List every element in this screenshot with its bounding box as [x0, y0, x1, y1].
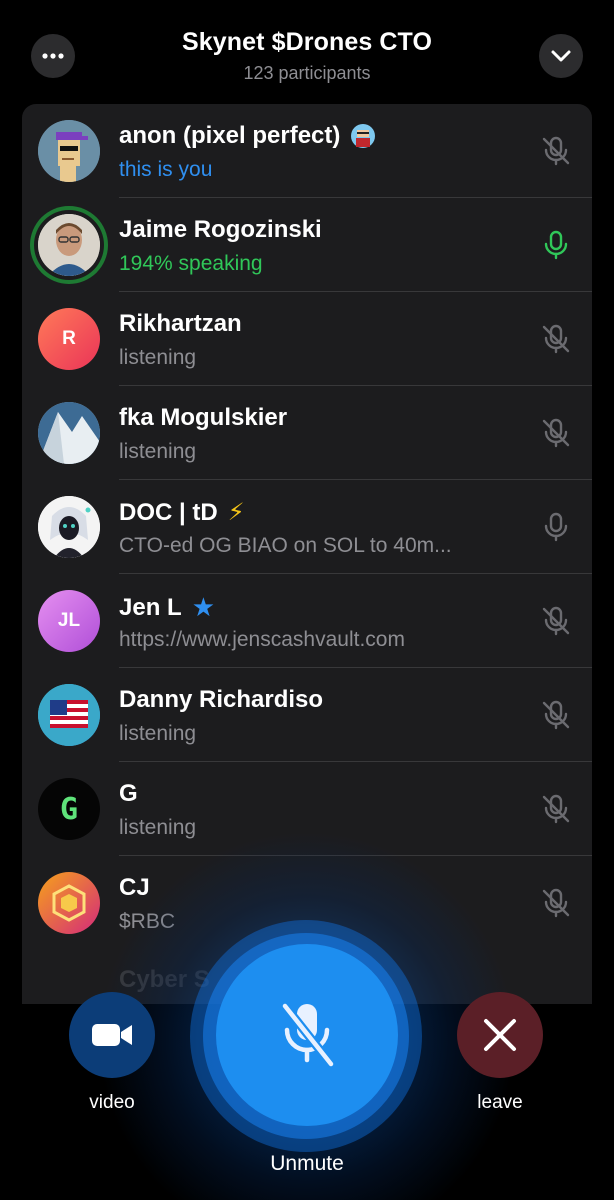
avatar-initials: JL: [57, 610, 81, 631]
participant-name: fka Mogulskier: [119, 404, 288, 431]
list-item[interactable]: fka Mogulskier listening: [22, 386, 592, 480]
participant-status: https://www.jenscashvault.com: [119, 628, 405, 651]
header: Skynet $Drones CTO 123 participants: [0, 0, 614, 104]
lightning-badge-icon: ⚡: [227, 499, 245, 526]
collapse-button[interactable]: [539, 34, 583, 78]
mic-active-icon[interactable]: [540, 229, 572, 261]
participant-status: listening: [119, 440, 197, 463]
leave-button[interactable]: [457, 992, 543, 1078]
avatar: JL: [38, 590, 100, 652]
mic-muted-icon[interactable]: [540, 323, 572, 355]
participant-name: Jen L ★: [119, 592, 215, 622]
list-item[interactable]: Danny Richardiso listening: [22, 668, 592, 762]
participant-status: listening: [119, 816, 197, 839]
avatar-initials: G: [59, 791, 79, 827]
participant-count: 123 participants: [243, 63, 371, 83]
leave-label: leave: [477, 1092, 523, 1113]
avatar: R: [38, 308, 100, 370]
hexagon-logo-avatar-icon: [52, 884, 86, 922]
chevron-down-icon: [551, 50, 571, 62]
list-item[interactable]: R Rikhartzan listening: [22, 292, 592, 386]
mic-muted-icon[interactable]: [540, 699, 572, 731]
mic-muted-icon: [280, 1001, 336, 1069]
voice-chat-screen: Skynet $Drones CTO 123 participants anon…: [0, 0, 614, 1200]
participant-name: CJ: [119, 874, 150, 901]
mic-muted-icon[interactable]: [540, 605, 572, 637]
mountain-photo-avatar-icon: [38, 402, 100, 464]
list-item[interactable]: DOC | tD ⚡ CTO-ed OG BIAO on SOL to 40m.…: [22, 480, 592, 574]
unmute-label: Unmute: [270, 1152, 344, 1175]
unmute-button[interactable]: [216, 944, 398, 1126]
emoji-avatar-badge-icon: [351, 124, 376, 148]
pixel-punk-avatar-icon: [38, 120, 100, 182]
mic-muted-icon[interactable]: [540, 417, 572, 449]
video-camera-icon: [92, 1024, 132, 1046]
avatar-initials: R: [62, 328, 76, 349]
mic-idle-icon[interactable]: [540, 511, 572, 543]
mic-muted-icon[interactable]: [540, 135, 572, 167]
avatar: [38, 872, 100, 934]
partially-hidden-participant: Cyber S: [119, 966, 210, 993]
participant-status: 194% speaking: [119, 252, 263, 275]
list-item[interactable]: G G listening: [22, 762, 592, 856]
participant-status: listening: [119, 722, 197, 745]
participant-status: this is you: [119, 158, 213, 181]
participant-name: G: [119, 780, 138, 807]
participant-name: Jaime Rogozinski: [119, 216, 322, 243]
list-item[interactable]: Jaime Rogozinski 194% speaking: [22, 198, 592, 292]
anime-avatar-icon: [38, 496, 100, 558]
participant-status: $RBC: [119, 910, 176, 933]
video-button[interactable]: [69, 992, 155, 1078]
close-icon: [484, 1019, 516, 1051]
avatar: [38, 120, 100, 182]
star-badge-icon: ★: [191, 592, 215, 622]
participant-name: anon (pixel perfect): [119, 122, 376, 150]
video-label: video: [89, 1092, 135, 1113]
chat-title: Skynet $Drones CTO: [181, 28, 433, 56]
avatar: [38, 496, 100, 558]
list-item[interactable]: JL Jen L ★ https://www.jenscashvault.com: [22, 574, 592, 668]
participant-status: CTO-ed OG BIAO on SOL to 40m...: [119, 534, 452, 557]
participant-name: Danny Richardiso: [119, 686, 324, 713]
participant-status: listening: [119, 346, 197, 369]
participant-name: Rikhartzan: [119, 310, 242, 337]
participant-list[interactable]: anon (pixel perfect) this is you Jaime R…: [22, 104, 592, 1004]
avatar: G: [38, 778, 100, 840]
us-flag-avatar-icon: [38, 684, 100, 746]
participant-name: DOC | tD ⚡: [119, 498, 245, 527]
avatar: [38, 684, 100, 746]
avatar: [38, 402, 100, 464]
list-item[interactable]: anon (pixel perfect) this is you: [22, 104, 592, 198]
mic-muted-icon[interactable]: [540, 887, 572, 919]
avatar: [38, 214, 100, 276]
mic-muted-icon[interactable]: [540, 793, 572, 825]
photo-avatar-icon: [38, 214, 100, 276]
